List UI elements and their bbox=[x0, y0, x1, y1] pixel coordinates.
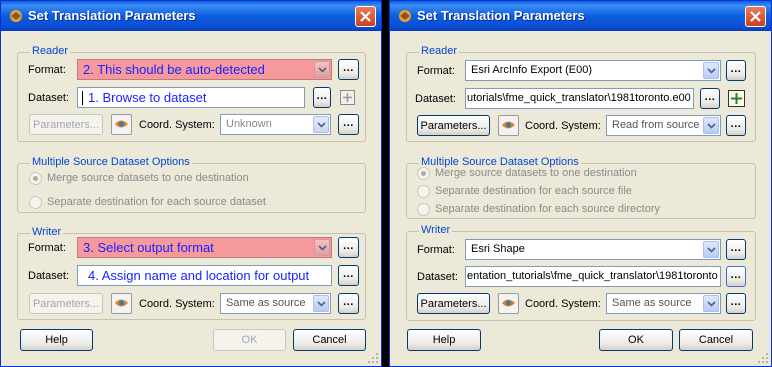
reader-dataset-value: 1. Browse to dataset bbox=[88, 90, 207, 105]
writer-format-value: 3. Select output format bbox=[83, 240, 214, 255]
writer-coordinate-system-icon[interactable] bbox=[111, 293, 132, 314]
writer-dataset-value: 4. Assign name and location for output bbox=[88, 268, 310, 283]
writer-coord-label: Coord. System: bbox=[139, 298, 215, 310]
title-bar[interactable]: Set Translation Parameters bbox=[1, 1, 381, 31]
reader-coord-select[interactable]: Read from source bbox=[606, 115, 721, 136]
reader-parameters-button[interactable]: Parameters... bbox=[417, 115, 490, 136]
writer-coord-select[interactable]: Same as source bbox=[220, 293, 331, 314]
close-icon bbox=[360, 11, 371, 22]
chevron-down-icon[interactable] bbox=[313, 116, 329, 133]
chevron-down-icon[interactable] bbox=[703, 295, 719, 312]
close-button[interactable] bbox=[745, 6, 766, 27]
reader-group-label: Reader bbox=[419, 45, 460, 57]
left-dialog-window: Set Translation Parameters Reader Format… bbox=[0, 0, 382, 367]
writer-group-label: Writer bbox=[30, 226, 64, 238]
resize-grip-icon[interactable] bbox=[367, 352, 379, 364]
radio-indicator bbox=[417, 185, 430, 198]
reader-parameters-button[interactable]: Parameters... bbox=[29, 114, 103, 135]
reader-coordinate-system-icon[interactable] bbox=[111, 114, 132, 135]
writer-parameters-button[interactable]: Parameters... bbox=[29, 293, 103, 314]
cancel-button[interactable]: Cancel bbox=[293, 329, 366, 351]
writer-coord-browse-button[interactable]: ... bbox=[338, 293, 359, 314]
reader-coord-label: Coord. System: bbox=[525, 120, 601, 132]
chevron-down-icon[interactable] bbox=[314, 239, 330, 256]
reader-coord-label: Coord. System: bbox=[139, 119, 215, 131]
writer-coordinate-system-icon[interactable] bbox=[498, 293, 519, 314]
chevron-down-icon[interactable] bbox=[703, 117, 719, 134]
ok-button[interactable]: OK bbox=[213, 329, 286, 351]
window-title: Set Translation Parameters bbox=[28, 8, 196, 23]
fme-app-icon bbox=[399, 10, 411, 22]
fme-app-icon bbox=[10, 10, 22, 22]
reader-format-value: Esri ArcInfo Export (E00) bbox=[471, 64, 593, 76]
text-caret bbox=[82, 91, 83, 105]
writer-format-browse-button[interactable]: ... bbox=[338, 237, 359, 258]
close-icon bbox=[750, 11, 761, 22]
reader-dataset-value: utorials\fme_quick_translator\1981toront… bbox=[467, 92, 691, 104]
writer-coord-value: Same as source bbox=[226, 297, 306, 309]
reader-format-select[interactable]: Esri ArcInfo Export (E00) bbox=[465, 60, 721, 81]
reader-format-select[interactable]: 2. This should be auto-detected bbox=[77, 59, 332, 80]
ok-button[interactable]: OK bbox=[599, 329, 673, 351]
reader-coord-value: Unknown bbox=[226, 118, 272, 130]
writer-dataset-field[interactable]: entation_tutorials\fme_quick_translator\… bbox=[465, 266, 721, 287]
chevron-down-icon[interactable] bbox=[703, 241, 719, 258]
add-dataset-button[interactable] bbox=[728, 90, 745, 107]
writer-dataset-label: Dataset: bbox=[417, 271, 458, 283]
title-bar[interactable]: Set Translation Parameters bbox=[390, 1, 771, 31]
writer-coord-value: Same as source bbox=[612, 297, 692, 309]
help-button[interactable]: Help bbox=[20, 329, 93, 351]
window-title: Set Translation Parameters bbox=[417, 8, 585, 23]
writer-group-label: Writer bbox=[419, 224, 453, 236]
reader-format-browse-button[interactable]: ... bbox=[338, 59, 359, 80]
writer-dataset-value: entation_tutorials\fme_quick_translator\… bbox=[467, 270, 718, 282]
writer-format-label: Format: bbox=[28, 242, 66, 254]
resize-grip-icon[interactable] bbox=[757, 352, 769, 364]
plus-icon bbox=[343, 93, 352, 102]
writer-format-value: Esri Shape bbox=[471, 243, 525, 255]
reader-dataset-field[interactable]: 1. Browse to dataset bbox=[77, 87, 305, 108]
writer-format-select[interactable]: 3. Select output format bbox=[77, 237, 332, 258]
close-button[interactable] bbox=[355, 6, 376, 27]
chevron-down-icon[interactable] bbox=[703, 62, 719, 79]
reader-coord-browse-button[interactable]: ... bbox=[726, 115, 746, 136]
reader-group-label: Reader bbox=[30, 45, 71, 57]
reader-format-browse-button[interactable]: ... bbox=[726, 60, 746, 81]
reader-coord-browse-button[interactable]: ... bbox=[338, 114, 359, 135]
reader-dataset-field[interactable]: utorials\fme_quick_translator\1981toront… bbox=[465, 88, 694, 109]
writer-coord-label: Coord. System: bbox=[525, 298, 601, 310]
radio-indicator bbox=[29, 196, 42, 209]
cancel-button[interactable]: Cancel bbox=[679, 329, 753, 351]
writer-dataset-browse-button[interactable]: ... bbox=[338, 265, 359, 286]
help-button[interactable]: Help bbox=[407, 329, 481, 351]
reader-coordinate-system-icon[interactable] bbox=[498, 115, 519, 136]
writer-format-select[interactable]: Esri Shape bbox=[465, 239, 721, 260]
radio-indicator bbox=[417, 203, 430, 216]
right-dialog-window: Set Translation Parameters Reader Format… bbox=[389, 0, 772, 367]
writer-format-label: Format: bbox=[417, 244, 455, 256]
chevron-down-icon[interactable] bbox=[314, 61, 330, 78]
plus-icon bbox=[731, 93, 742, 104]
reader-format-label: Format: bbox=[28, 64, 66, 76]
reader-format-label: Format: bbox=[417, 65, 455, 77]
reader-dataset-browse-button[interactable]: ... bbox=[313, 87, 331, 108]
reader-dataset-label: Dataset: bbox=[28, 92, 69, 104]
reader-format-value: 2. This should be auto-detected bbox=[83, 62, 265, 77]
reader-dataset-label: Dataset: bbox=[415, 93, 456, 105]
chevron-down-icon[interactable] bbox=[313, 295, 329, 312]
radio-indicator bbox=[417, 167, 430, 180]
writer-dataset-browse-button[interactable]: ... bbox=[726, 266, 746, 287]
radio-indicator bbox=[29, 172, 42, 185]
reader-coord-select[interactable]: Unknown bbox=[220, 114, 331, 135]
writer-dataset-field[interactable]: 4. Assign name and location for output bbox=[77, 265, 332, 286]
writer-dataset-label: Dataset: bbox=[28, 270, 69, 282]
writer-coord-browse-button[interactable]: ... bbox=[726, 293, 746, 314]
writer-coord-select[interactable]: Same as source bbox=[606, 293, 721, 314]
multiple-source-options-label: Multiple Source Dataset Options bbox=[30, 156, 192, 168]
writer-parameters-button[interactable]: Parameters... bbox=[417, 293, 490, 314]
writer-format-browse-button[interactable]: ... bbox=[726, 239, 746, 260]
reader-coord-value: Read from source bbox=[612, 119, 700, 131]
reader-dataset-browse-button[interactable]: ... bbox=[700, 88, 720, 109]
add-dataset-button[interactable] bbox=[340, 90, 355, 105]
